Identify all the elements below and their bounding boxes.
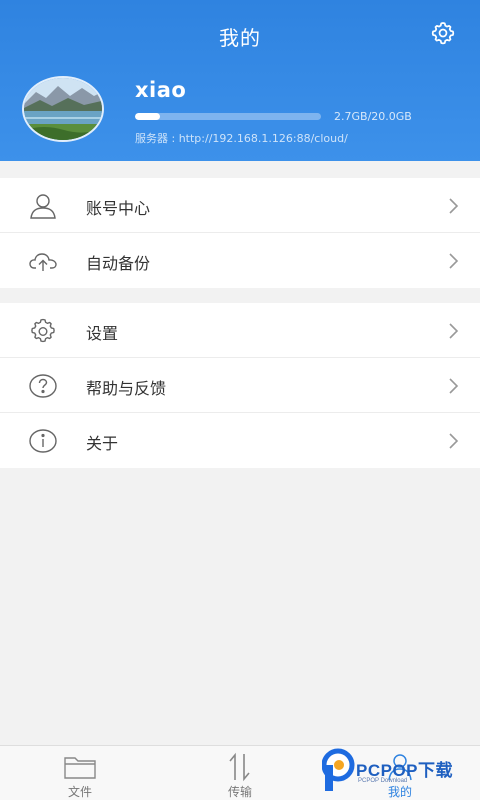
page-title: 我的	[219, 26, 261, 50]
transfer-icon	[229, 752, 250, 782]
menu-item-help-feedback[interactable]: 帮助与反馈	[0, 358, 480, 413]
menu-item-label: 关于	[86, 434, 119, 453]
chevron-right-icon	[449, 253, 459, 269]
chevron-right-icon	[449, 433, 459, 449]
tab-files[interactable]: 文件	[0, 746, 160, 800]
storage-progress-fill	[135, 113, 161, 120]
menu-item-settings[interactable]: 设置	[0, 303, 480, 358]
cloud-upload-icon	[29, 253, 57, 271]
chevron-right-icon	[449, 198, 459, 214]
menu-item-auto-backup[interactable]: 自动备份	[0, 233, 480, 288]
menu-item-label: 帮助与反馈	[86, 379, 167, 398]
info-icon	[29, 429, 57, 453]
storage-usage-text: 2.7GB/20.0GB	[334, 110, 412, 123]
folder-icon	[64, 757, 96, 779]
menu-item-account-center[interactable]: 账号中心	[0, 178, 480, 233]
menu-item-label: 自动备份	[86, 254, 151, 273]
help-icon	[29, 374, 57, 398]
menu-item-about[interactable]: 关于	[0, 413, 480, 468]
watermark-subtext: PCPOP Download	[358, 778, 408, 784]
username: xiao	[135, 78, 187, 102]
settings-button[interactable]	[430, 20, 456, 46]
menu-group-account: 账号中心 自动备份	[0, 178, 480, 288]
tab-label: 文件	[67, 785, 92, 799]
menu-item-label: 账号中心	[86, 199, 151, 218]
chevron-right-icon	[449, 378, 459, 394]
tab-label: 传输	[227, 785, 252, 799]
user-icon	[30, 194, 56, 219]
tab-transfer[interactable]: 传输	[160, 746, 320, 800]
pcpop-logo-icon	[321, 748, 355, 791]
gear-icon	[431, 22, 455, 45]
storage-progress-bar	[135, 113, 321, 120]
watermark-logo: PCPOP下载 PCPOP Download	[321, 748, 472, 796]
avatar[interactable]	[22, 76, 104, 142]
avatar-landscape-image	[24, 78, 102, 140]
chevron-right-icon	[449, 323, 459, 339]
menu-item-label: 设置	[86, 324, 119, 343]
profile-header: 我的 xiao 2.7GB/20.0GB 服务器 : http://192.16…	[0, 0, 480, 161]
server-address: 服务器 : http://192.168.1.126:88/cloud/	[135, 132, 348, 145]
menu-group-settings: 设置 帮助与反馈 关于	[0, 303, 480, 468]
gear-icon	[31, 318, 55, 343]
